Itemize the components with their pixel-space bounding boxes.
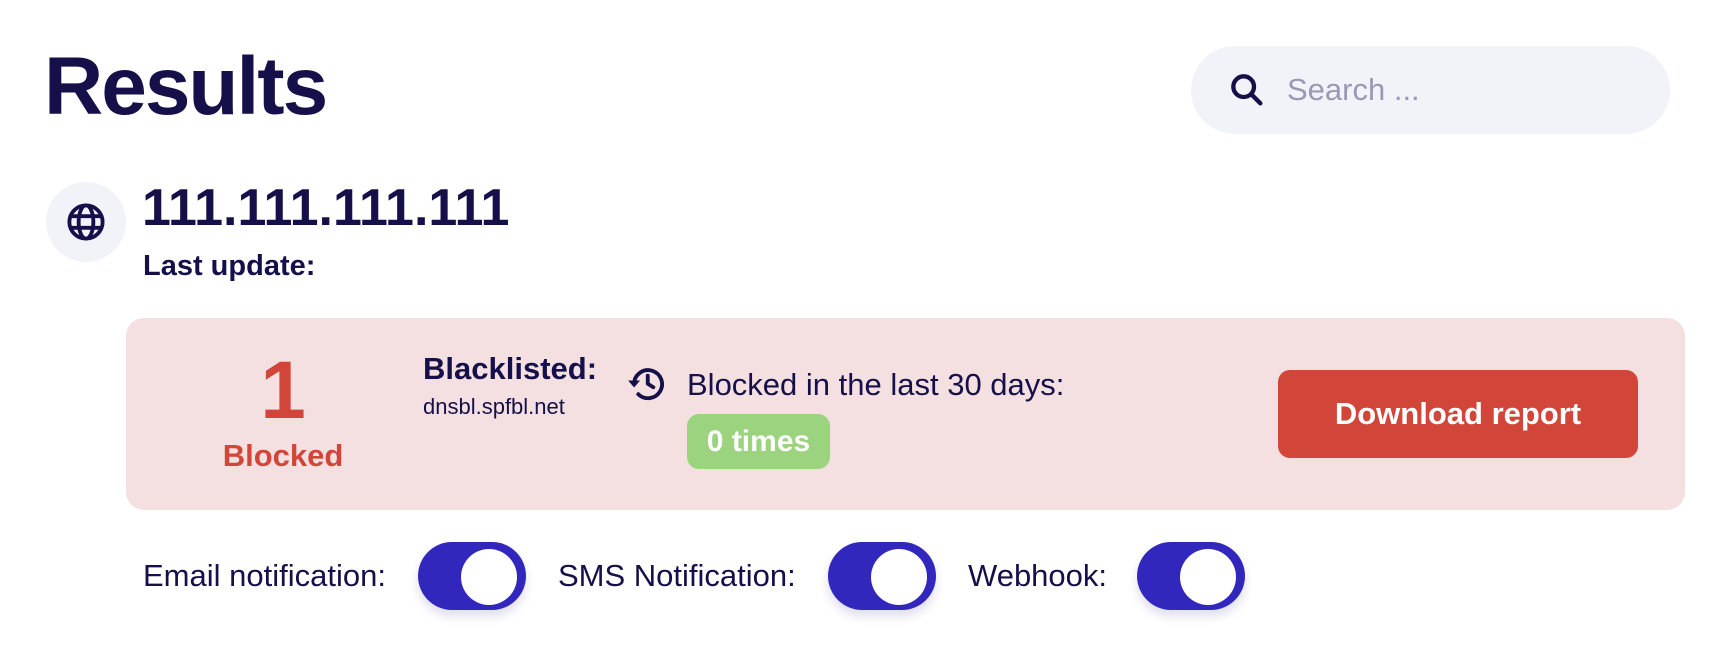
webhook-toggle[interactable] [1137, 542, 1245, 610]
search-field[interactable] [1191, 46, 1670, 134]
toggle-knob [461, 549, 517, 605]
search-icon [1231, 74, 1263, 106]
globe-icon-badge [46, 182, 126, 262]
blacklisted-label: Blacklisted: [423, 351, 598, 386]
last-update-label: Last update: [143, 250, 316, 282]
page-title: Results [44, 41, 328, 132]
blocked-label: Blocked [222, 438, 344, 473]
download-report-button[interactable]: Download report [1278, 370, 1638, 458]
history-icon [628, 368, 664, 401]
email-notification-toggle[interactable] [418, 542, 526, 610]
globe-icon [67, 203, 105, 241]
email-notification-label: Email notification: [143, 558, 386, 593]
blocked-last-30-days-label: Blocked in the last 30 days: [687, 367, 1065, 402]
blacklisted-value: dnsbl.spfbl.net [423, 394, 565, 419]
toggle-knob [1180, 549, 1236, 605]
webhook-label: Webhook: [968, 558, 1108, 593]
blocked-times-badge: 0 times [687, 414, 830, 469]
sms-notification-label: SMS Notification: [558, 558, 796, 593]
ip-address-title: 111.111.111.111 [142, 179, 510, 237]
blocked-count: 1 [260, 345, 306, 436]
toggle-knob [871, 549, 927, 605]
sms-notification-toggle[interactable] [828, 542, 936, 610]
search-input[interactable] [1287, 72, 1647, 108]
